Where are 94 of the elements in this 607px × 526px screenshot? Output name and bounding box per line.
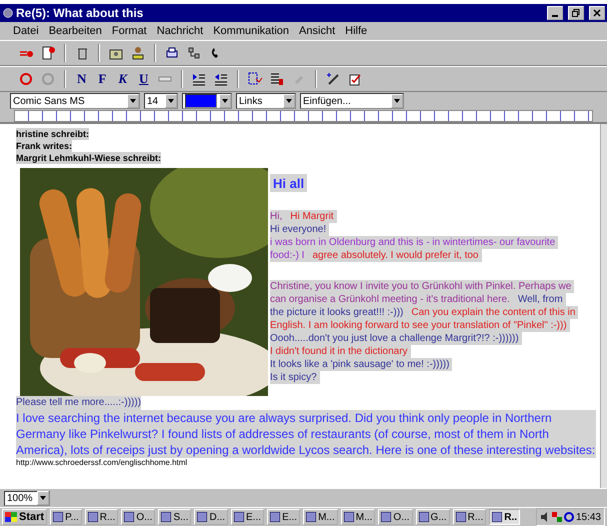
taskbar-button[interactable]: O... — [121, 509, 156, 525]
app-icon — [234, 512, 244, 522]
message-text: Is it spicy? — [270, 371, 317, 384]
color-dropdown[interactable] — [182, 93, 232, 109]
menu-item[interactable]: Bearbeiten — [48, 25, 103, 37]
dropdown-arrow-icon — [130, 99, 136, 103]
globe-icon — [3, 8, 13, 18]
message-text: food:-) I — [270, 249, 304, 262]
app-icon — [53, 512, 64, 522]
send-later-icon[interactable] — [40, 45, 56, 61]
align-dropdown[interactable]: Links — [236, 93, 296, 109]
quote-header: Frank writes: — [16, 140, 72, 152]
app-icon — [306, 512, 316, 522]
app-icon — [456, 512, 466, 522]
format-button[interactable]: F — [95, 71, 110, 87]
app-icon — [381, 512, 392, 522]
app-icon — [270, 512, 280, 522]
app-icon — [88, 512, 98, 522]
scrollbar[interactable] — [600, 124, 607, 488]
dropdown-arrow-icon — [222, 99, 228, 103]
message-text: Christine, you know I invite you to Grünkohl with Pinkel. Perhaps we — [270, 280, 572, 293]
start-button[interactable]: Start — [2, 509, 48, 525]
clock: 15:43 — [576, 512, 601, 522]
menu-item[interactable]: Datei — [12, 25, 40, 37]
format-button[interactable]: U — [136, 71, 152, 87]
taskbar-button[interactable]: R.. — [489, 509, 520, 525]
pen-icon[interactable] — [325, 71, 342, 87]
message-text: Hi, — [270, 210, 282, 223]
sync-icon[interactable] — [564, 512, 574, 522]
quote-header: Margrit Lehmkuhl-Wiese schreibt: — [16, 152, 161, 164]
network-icon[interactable] — [186, 45, 202, 61]
message-text: I didn't found it in the dictionary — [270, 345, 408, 358]
window-title: Re(5): What about this — [16, 6, 144, 20]
taskbar-button[interactable]: G... — [416, 509, 450, 525]
close-button[interactable] — [589, 6, 605, 20]
message-text: It looks like a 'pink sausage' to me! :-))))) — [270, 358, 450, 371]
close-icon — [593, 9, 601, 17]
menu-item[interactable]: Nachricht — [156, 25, 204, 37]
menu-item[interactable]: Kommunikation — [212, 25, 290, 37]
message-text: the picture it looks great!!! :-))) — [270, 306, 404, 319]
message-text: i was born in Oldenburg and this is - in wintertimes- our favourite — [270, 236, 556, 249]
message-text: Well, from — [518, 293, 563, 306]
app-icon — [344, 512, 354, 522]
insert-dropdown[interactable]: Einfügen... — [300, 93, 404, 109]
app-icon — [418, 512, 429, 522]
message-text: Hi all — [273, 174, 304, 192]
taskbar-button[interactable]: D... — [194, 509, 228, 525]
person-icon[interactable] — [130, 45, 146, 61]
taskbar-button[interactable]: E... — [267, 509, 300, 525]
size-dropdown[interactable]: 14 — [144, 93, 178, 109]
font-dropdown[interactable]: Comic Sans MS — [10, 93, 140, 109]
message-text: agree absolutely. I would prefer it, too — [312, 249, 478, 262]
dropdown-arrow-icon — [40, 496, 46, 500]
indent-icon[interactable] — [191, 71, 208, 87]
taskbar-button[interactable]: R... — [84, 509, 118, 525]
list-icon[interactable] — [269, 71, 286, 87]
menu-item[interactable]: Format — [110, 25, 148, 37]
taskbar-button[interactable]: P... — [50, 509, 82, 525]
app-icon — [492, 512, 502, 522]
taskbar-button[interactable]: M... — [303, 509, 338, 525]
app-icon — [124, 512, 134, 522]
message-text: Hi everyone! — [270, 223, 326, 236]
zoom-field[interactable]: 100% — [4, 490, 50, 506]
message-text: Can you explain the content of this in — [411, 306, 576, 319]
quote-header: hristine schreibt: — [16, 128, 90, 140]
ruler[interactable] — [14, 110, 593, 122]
minimize-button[interactable] — [547, 6, 563, 20]
message-text: Oooh.....don't you just love a challenge Margrit?!? :-)))))) — [270, 332, 519, 345]
restore-icon — [572, 9, 580, 17]
url-text[interactable]: http://www.schroederssf.com/englischhome.html — [16, 458, 188, 467]
message-paragraph: I love searching the internet because you are always surprised. Did you think only people in Northern Germany like Pinkelwurst? I found lists of addresses of restaurants (of course, most of them in North America), lots of receips just by opening a worldwide Lycos search. Here is one of these interesting websites: — [16, 410, 596, 458]
dropdown-arrow-icon — [168, 99, 174, 103]
outdent-icon[interactable] — [213, 71, 230, 87]
restore-button[interactable] — [568, 6, 584, 20]
speaker-icon[interactable] — [540, 512, 550, 522]
taskbar-button[interactable]: R... — [452, 509, 486, 525]
format-button[interactable]: N — [74, 71, 90, 87]
message-text: Hi Margrit — [290, 210, 334, 223]
format-button[interactable]: K — [115, 71, 130, 87]
taskbar-button[interactable]: E... — [231, 509, 264, 525]
app-icon — [161, 512, 172, 522]
windows-logo-icon — [5, 512, 17, 522]
menu-item[interactable]: Hilfe — [344, 25, 368, 37]
dropdown-arrow-icon — [394, 99, 400, 103]
taskbar-button[interactable]: O... — [378, 509, 413, 525]
taskbar-button[interactable]: M... — [340, 509, 376, 525]
app-icon — [197, 512, 208, 522]
message-text: English. I am looking forward to see your translation of "Pinkel" :-))) — [270, 319, 567, 332]
menu-item[interactable]: Ansicht — [298, 25, 336, 37]
taskbar-button[interactable]: S... — [158, 509, 192, 525]
message-text: can organise a Grünkohl meeting - it's traditional here. — [270, 293, 510, 306]
undo-icon[interactable] — [18, 71, 34, 87]
table-icon[interactable] — [247, 71, 264, 87]
dropdown-arrow-icon — [286, 99, 292, 103]
